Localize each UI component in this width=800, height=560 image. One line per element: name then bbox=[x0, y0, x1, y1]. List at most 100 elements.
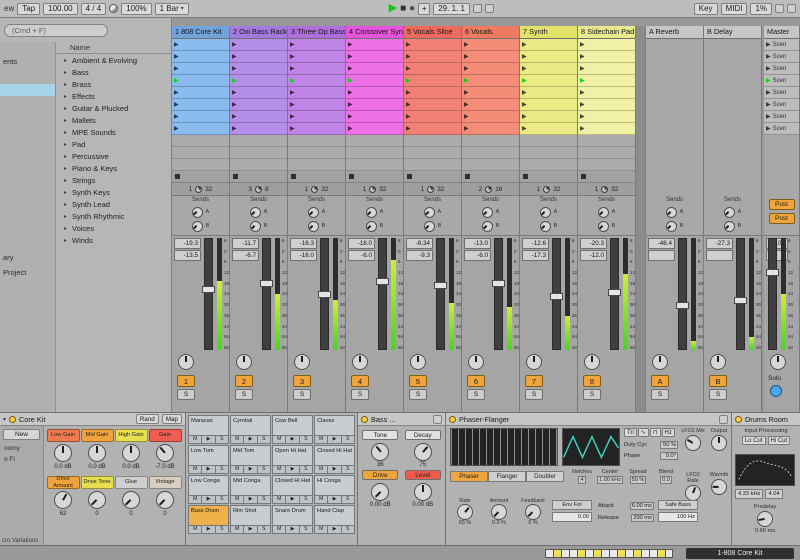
clip-slot[interactable]: ▶ bbox=[520, 87, 577, 99]
hot-swap-icon[interactable] bbox=[433, 414, 442, 424]
clip-launch-icon[interactable]: ▶ bbox=[580, 42, 585, 48]
browser-item[interactable]: ▸ Mallets bbox=[56, 114, 171, 126]
pad-solo-button[interactable]: S bbox=[257, 436, 270, 443]
track-title[interactable]: 2 Oxi Bass Rack bbox=[230, 26, 287, 39]
pad-solo-button[interactable]: S bbox=[341, 496, 354, 503]
volume-fader[interactable] bbox=[734, 238, 747, 350]
clip-launch-icon[interactable]: ▶ bbox=[580, 90, 585, 96]
param-value[interactable]: 0.0° bbox=[660, 451, 678, 460]
pad-solo-button[interactable]: S bbox=[299, 436, 312, 443]
send-b-knob[interactable] bbox=[423, 220, 435, 232]
pad-solo-button[interactable]: S bbox=[299, 466, 312, 473]
safe-bass-toggle[interactable]: Safe Bass bbox=[658, 500, 698, 510]
clip-slot[interactable]: ▶ bbox=[346, 63, 403, 75]
clip-slot[interactable]: ▶ bbox=[172, 99, 229, 111]
device-activator[interactable] bbox=[361, 415, 368, 423]
filter-toggle[interactable]: Hi Cut bbox=[767, 436, 791, 445]
clip-launch-icon[interactable]: ▶ bbox=[232, 90, 237, 96]
clip-launch-icon[interactable]: ▶ bbox=[174, 42, 179, 48]
solo-button[interactable]: S bbox=[409, 389, 427, 400]
scene-launch-icon[interactable]: ▶ bbox=[766, 90, 771, 96]
volume-fader[interactable] bbox=[260, 238, 273, 350]
track-title[interactable]: A Reverb bbox=[646, 26, 703, 39]
pad-solo-button[interactable]: S bbox=[257, 526, 270, 533]
variation-item[interactable]: o Fi bbox=[0, 454, 43, 465]
clip-slot[interactable]: ▶ bbox=[520, 63, 577, 75]
browser-section[interactable]: Project bbox=[0, 267, 55, 279]
overdub-toggle[interactable] bbox=[472, 4, 482, 13]
browser-section[interactable]: ents bbox=[0, 56, 55, 68]
clip-slot[interactable]: ▶ bbox=[520, 123, 577, 135]
fader-handle[interactable] bbox=[492, 280, 505, 287]
clip-launch-icon[interactable]: ▶ bbox=[174, 102, 179, 108]
pad-mute-button[interactable]: M bbox=[315, 436, 329, 443]
pad-play-icon[interactable]: ▶ bbox=[202, 496, 216, 503]
automation-arm-toggle[interactable] bbox=[484, 4, 494, 13]
clip-launch-icon[interactable]: ▶ bbox=[232, 42, 237, 48]
browser-item[interactable]: ▸ Effects bbox=[56, 90, 171, 102]
fader-handle[interactable] bbox=[318, 291, 331, 298]
clip-launch-icon[interactable]: ▶ bbox=[348, 126, 353, 132]
clip-slot[interactable]: ▶ bbox=[288, 111, 345, 123]
clip-slot[interactable]: ▶ bbox=[346, 87, 403, 99]
volume-fader[interactable] bbox=[492, 238, 505, 350]
browser-item[interactable]: ▸ Bass bbox=[56, 66, 171, 78]
tap-tempo-button[interactable]: Tap bbox=[17, 2, 41, 15]
quantization-menu[interactable]: 1 Bar ▾ bbox=[154, 2, 189, 15]
mod-knob[interactable] bbox=[457, 504, 473, 520]
pad-play-icon[interactable]: ▶ bbox=[286, 436, 300, 443]
bass-param-knob[interactable] bbox=[371, 443, 390, 461]
send-b-knob[interactable] bbox=[191, 220, 203, 232]
clip-slot[interactable]: ▶ bbox=[288, 99, 345, 111]
clip-slot[interactable]: ▶ bbox=[172, 63, 229, 75]
clip-slot[interactable]: ▶ bbox=[404, 99, 461, 111]
send-a-knob[interactable] bbox=[365, 206, 377, 218]
send-b-knob[interactable] bbox=[723, 220, 735, 232]
pad-mute-button[interactable]: M bbox=[273, 526, 287, 533]
track-title[interactable]: Master bbox=[764, 26, 799, 39]
solo-button[interactable]: S bbox=[467, 389, 485, 400]
pad-play-icon[interactable]: ▶ bbox=[244, 526, 258, 533]
drum-pad[interactable]: Maracas M ▶ S bbox=[188, 415, 229, 444]
track-title[interactable]: B Delay bbox=[704, 26, 761, 39]
pad-mute-button[interactable]: M bbox=[231, 466, 245, 473]
clip-launch-icon[interactable]: ▶ bbox=[348, 42, 353, 48]
browser-item[interactable]: ▸ Strings bbox=[56, 174, 171, 186]
macro-knob[interactable] bbox=[54, 444, 72, 462]
pad-play-icon[interactable]: ▶ bbox=[244, 466, 258, 473]
clip-slot[interactable]: ▶ bbox=[230, 39, 287, 51]
browser-section[interactable] bbox=[0, 84, 55, 96]
drum-pad[interactable]: Cymbal M ▶ S bbox=[230, 415, 271, 444]
pad-solo-button[interactable]: S bbox=[215, 526, 228, 533]
clip-stop-button[interactable] bbox=[230, 171, 287, 183]
clip-slot[interactable]: ▶ bbox=[230, 87, 287, 99]
clip-launch-icon[interactable]: ▶ bbox=[464, 114, 469, 120]
send-b-knob[interactable] bbox=[665, 220, 677, 232]
warmth-knob[interactable] bbox=[711, 479, 727, 495]
clip-launch-icon[interactable]: ▶ bbox=[348, 78, 353, 84]
send-a-knob[interactable] bbox=[539, 206, 551, 218]
solo-button[interactable]: S bbox=[235, 389, 253, 400]
send-b-knob[interactable] bbox=[365, 220, 377, 232]
scene-slot[interactable]: ▶ Scen bbox=[764, 39, 799, 51]
send-b-knob[interactable] bbox=[481, 220, 493, 232]
pan-knob[interactable] bbox=[710, 354, 726, 370]
scene-launch-icon[interactable]: ▶ bbox=[766, 102, 771, 108]
pan-knob[interactable] bbox=[178, 354, 194, 370]
clip-launch-icon[interactable]: ▶ bbox=[174, 66, 179, 72]
macro-knob[interactable] bbox=[122, 491, 140, 509]
browser-item[interactable]: ▸ MPE Sounds bbox=[56, 126, 171, 138]
clip-launch-icon[interactable]: ▶ bbox=[464, 126, 469, 132]
peak-level-display[interactable]: -8.34 bbox=[406, 238, 433, 249]
drum-pad[interactable]: Bass Drum M ▶ S bbox=[188, 505, 229, 534]
hot-swap-icon[interactable] bbox=[719, 414, 728, 424]
drum-pad[interactable]: Hand Clap M ▶ S bbox=[314, 505, 355, 534]
fader-handle[interactable] bbox=[202, 285, 215, 293]
empty-clip-slots[interactable] bbox=[230, 135, 287, 171]
clip-slot[interactable]: ▶ bbox=[288, 123, 345, 135]
clip-slot[interactable]: ▶ bbox=[346, 75, 403, 87]
mod-knob[interactable] bbox=[491, 504, 507, 520]
pad-mute-button[interactable]: M bbox=[189, 496, 203, 503]
pan-knob[interactable] bbox=[410, 354, 426, 370]
clip-launch-icon[interactable]: ▶ bbox=[232, 78, 237, 84]
